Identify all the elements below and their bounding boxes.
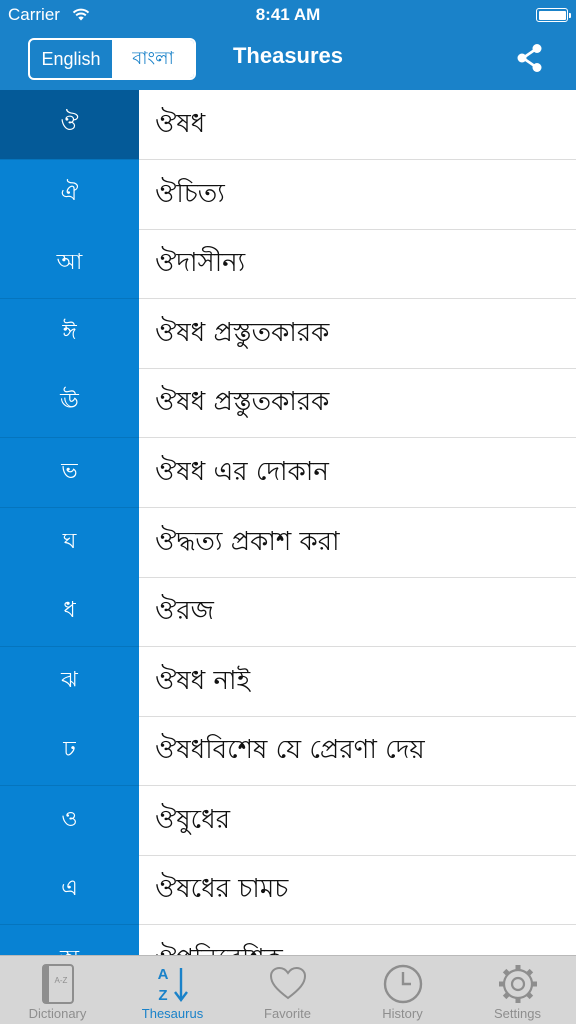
svg-text:A-Z: A-Z (55, 976, 68, 985)
list-item[interactable]: অ ঔপনিবেশিক (0, 925, 576, 955)
list-item[interactable]: ঊ ঔষধ প্রস্তুতকারক (0, 368, 576, 438)
word-label[interactable]: ঔপনিবেশিক (139, 925, 576, 956)
status-time: 8:41 AM (255, 5, 321, 24)
list-item[interactable]: আ ঔদাসীন্য (0, 229, 576, 299)
svg-text:A: A (158, 966, 169, 983)
segment-english[interactable]: English (30, 40, 112, 78)
word-list[interactable]: ঔ ঔষধ ঐ ঔচিত্য আ ঔদাসীন্য ঈ ঔষধ প্রস্তুত… (0, 90, 576, 955)
status-bar: Carrier 8:41 AM (0, 0, 576, 30)
word-label[interactable]: ঔষধ প্রস্তুতকারক (139, 368, 576, 438)
list-item[interactable]: ও ঔষুধের (0, 786, 576, 856)
share-icon[interactable] (514, 42, 546, 74)
list-item[interactable]: এ ঔষধের চামচ (0, 855, 576, 925)
word-label[interactable]: ঔষধ নাই (139, 647, 576, 717)
tab-dictionary[interactable]: A-Z Dictionary (0, 956, 115, 1024)
word-label[interactable]: ঔরজ (139, 577, 576, 647)
tab-history[interactable]: History (345, 956, 460, 1024)
index-letter[interactable]: ঔ (0, 90, 139, 160)
page-title: Theasures (232, 43, 344, 68)
nav-bar: English বাংলা Theasures (0, 30, 576, 90)
list-item[interactable]: ঈ ঔষধ প্রস্তুতকারক (0, 299, 576, 369)
language-segmented-control: English বাংলা (28, 38, 196, 80)
list-item[interactable]: ঐ ঔচিত্য (0, 160, 576, 230)
index-letter[interactable]: এ (0, 855, 139, 925)
index-letter[interactable]: ঘ (0, 508, 139, 578)
gear-icon (499, 965, 537, 1003)
word-label[interactable]: ঔষধ এর দোকান (139, 438, 576, 508)
index-letter[interactable]: ধ (0, 577, 139, 647)
list-item[interactable]: ধ ঔরজ (0, 577, 576, 647)
tab-bar: A-Z Dictionary A Z Thesaurus Favorite Hi… (0, 955, 576, 1024)
index-letter[interactable]: ঢ (0, 716, 139, 786)
index-letter[interactable]: অ (0, 925, 139, 955)
clock-icon (383, 964, 423, 1004)
word-label[interactable]: ঔষুধের (139, 786, 576, 856)
index-letter[interactable]: ও (0, 786, 139, 856)
word-label[interactable]: ঔষধ প্রস্তুতকারক (139, 299, 576, 369)
dictionary-book-icon: A-Z (42, 964, 74, 1004)
index-letter[interactable]: ঈ (0, 299, 139, 369)
list-item[interactable]: ঝ ঔষধ নাই (0, 647, 576, 717)
tab-settings-label: Settings (494, 1006, 541, 1021)
list-item[interactable]: ভ ঔষধ এর দোকান (0, 438, 576, 508)
list-item[interactable]: ঔ ঔষধ (0, 90, 576, 160)
word-label[interactable]: ঔষধ (139, 90, 576, 160)
tab-favorite-label: Favorite (264, 1006, 311, 1021)
az-sort-icon: A Z (158, 966, 188, 1004)
index-letter[interactable]: ঐ (0, 160, 139, 230)
word-label[interactable]: ঔদাসীন্য (139, 229, 576, 299)
tab-history-label: History (382, 1006, 423, 1021)
word-label[interactable]: ঔচিত্য (139, 160, 576, 230)
word-label[interactable]: ঔষধবিশেষ যে প্রেরণা দেয় (139, 716, 576, 786)
index-letter[interactable]: ভ (0, 438, 139, 508)
svg-text:Z: Z (158, 987, 167, 1004)
tab-dictionary-label: Dictionary (28, 1006, 87, 1021)
index-letter[interactable]: ঝ (0, 647, 139, 717)
tab-thesaurus-label: Thesaurus (141, 1006, 204, 1021)
index-letter[interactable]: ঊ (0, 368, 139, 438)
segment-bangla[interactable]: বাংলা (112, 40, 194, 78)
tab-thesaurus[interactable]: A Z Thesaurus (115, 956, 230, 1024)
tab-settings[interactable]: Settings (460, 956, 575, 1024)
list-item[interactable]: ঢ ঔষধবিশেষ যে প্রেরণা দেয় (0, 716, 576, 786)
top-bar: Carrier 8:41 AM English বাংলা Theasures (0, 0, 576, 90)
word-label[interactable]: ঔষধের চামচ (139, 855, 576, 925)
list-item[interactable]: ঘ ঔদ্ধত্য প্রকাশ করা (0, 508, 576, 578)
index-letter[interactable]: আ (0, 229, 139, 299)
tab-favorite[interactable]: Favorite (230, 956, 345, 1024)
heart-icon (269, 966, 307, 1000)
word-label[interactable]: ঔদ্ধত্য প্রকাশ করা (139, 508, 576, 578)
battery-icon (536, 8, 571, 22)
